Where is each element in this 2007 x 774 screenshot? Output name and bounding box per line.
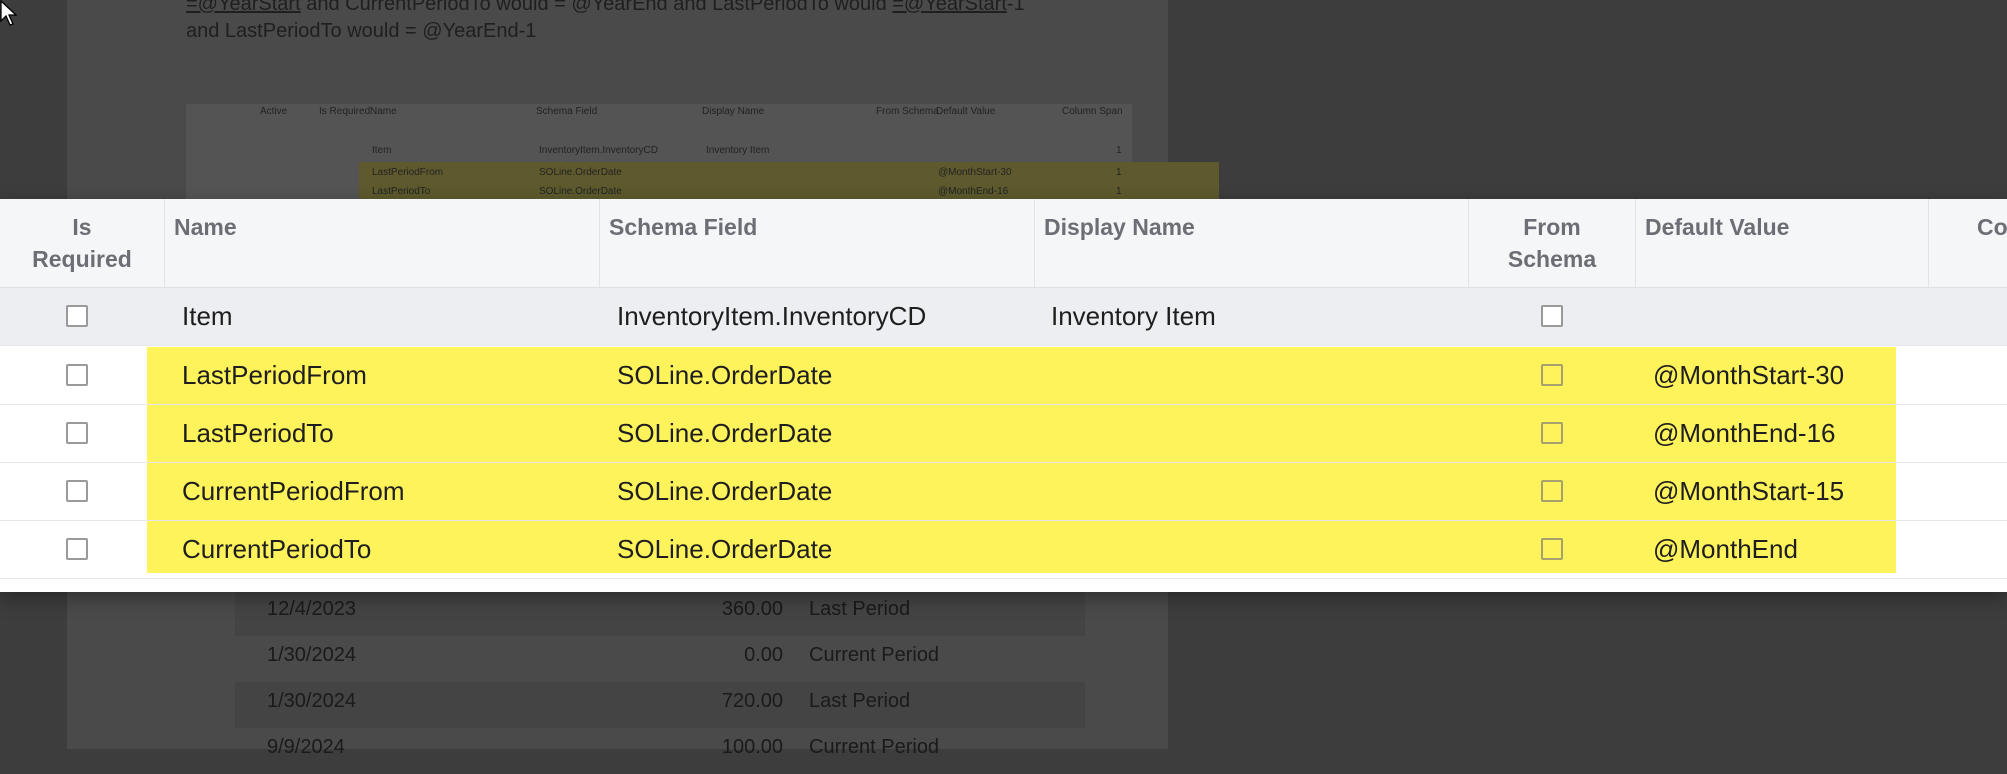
cell-default-value: @MonthEnd-16 — [1653, 418, 1836, 448]
cell-schema-field: InventoryItem.InventoryCD — [617, 301, 927, 331]
doc-text-segment: and CurrentPeriodTo would = @YearEnd and… — [300, 0, 893, 15]
header-from-schema[interactable]: From Schema — [1469, 199, 1636, 287]
result-period: Current Period — [809, 644, 940, 666]
result-period: Last Period — [809, 690, 911, 712]
result-period: Current Period — [809, 736, 940, 758]
mini-header-span: Column Span — [1062, 106, 1123, 117]
result-date: 9/9/2024 — [267, 736, 345, 758]
header-name-label: Name — [174, 214, 237, 240]
is-required-checkbox[interactable] — [66, 480, 88, 502]
mini-row: LastPeriodFrom SOLine.OrderDate @MonthSt… — [186, 162, 1132, 184]
result-row: 12/4/2023 360.00 Last Period — [235, 590, 1085, 636]
cell-schema-field: SOLine.OrderDate — [617, 360, 833, 390]
header-from-schema-line1: From — [1523, 214, 1581, 240]
cell-name: Item — [182, 301, 233, 331]
result-value: 0.00 — [744, 644, 783, 666]
cell-schema-field: SOLine.OrderDate — [617, 418, 833, 448]
result-date: 1/30/2024 — [267, 644, 356, 666]
header-schema-field[interactable]: Schema Field — [600, 199, 1035, 287]
result-date: 12/4/2023 — [267, 598, 356, 620]
result-value: 360.00 — [721, 598, 783, 620]
result-period: Last Period — [809, 598, 911, 620]
is-required-checkbox[interactable] — [66, 422, 88, 444]
mini-header-required: Is Required — [319, 106, 371, 117]
result-value: 100.00 — [721, 736, 783, 758]
header-default-value[interactable]: Default Value — [1636, 199, 1929, 287]
header-display-name[interactable]: Display Name — [1035, 199, 1469, 287]
is-required-checkbox[interactable] — [66, 538, 88, 560]
table-row[interactable]: CurrentPeriodFrom SOLine.OrderDate @Mont… — [0, 463, 2007, 521]
mini-cell-default: @MonthEnd-16 — [938, 186, 1009, 197]
table-row[interactable]: LastPeriodFrom SOLine.OrderDate @MonthSt… — [0, 347, 2007, 405]
from-schema-checkbox[interactable] — [1541, 538, 1563, 560]
header-name[interactable]: Name — [165, 199, 600, 287]
cell-name: LastPeriodTo — [182, 418, 334, 448]
grid-header: Is Required Name Schema Field Display Na… — [0, 199, 2007, 288]
mini-cell-span: 1 — [1116, 145, 1122, 156]
zoomed-grid-panel: Is Required Name Schema Field Display Na… — [0, 199, 2007, 592]
cell-schema-field: SOLine.OrderDate — [617, 534, 833, 564]
mini-header-display: Display Name — [702, 106, 765, 117]
is-required-checkbox[interactable] — [66, 305, 88, 327]
mini-cell-schema: SOLine.OrderDate — [539, 167, 622, 178]
table-row[interactable]: Item InventoryItem.InventoryCD Inventory… — [0, 288, 2007, 346]
result-row: 9/9/2024 100.00 Current Period — [235, 728, 1085, 774]
cell-name: CurrentPeriodTo — [182, 534, 372, 564]
mini-cell-span: 1 — [1116, 186, 1122, 197]
cursor-arrow-icon — [0, 0, 18, 26]
mini-header-active: Active — [260, 106, 288, 117]
table-row[interactable]: LastPeriodTo SOLine.OrderDate @MonthEnd-… — [0, 405, 2007, 463]
mini-cell-name: LastPeriodFrom — [372, 167, 444, 178]
mini-header-default: Default Value — [936, 106, 996, 117]
cell-name: LastPeriodFrom — [182, 360, 367, 390]
doc-text-line-1: =@YearStart and CurrentPeriodTo would = … — [186, 0, 1025, 16]
is-required-checkbox[interactable] — [66, 364, 88, 386]
table-row[interactable]: CurrentPeriodTo SOLine.OrderDate @MonthE… — [0, 521, 2007, 579]
header-is-required[interactable]: Is Required — [0, 199, 165, 287]
mini-cell-schema: InventoryItem.InventoryCD — [539, 145, 658, 156]
mini-cell-span: 1 — [1116, 167, 1122, 178]
result-date: 1/30/2024 — [267, 690, 356, 712]
mini-cell-schema: SOLine.OrderDate — [539, 186, 622, 197]
cell-name: CurrentPeriodFrom — [182, 476, 405, 506]
header-is-required-line2: Required — [32, 246, 132, 272]
header-schema-field-label: Schema Field — [609, 214, 758, 240]
header-is-required-line1: Is — [72, 214, 92, 240]
result-row: 1/30/2024 720.00 Last Period — [235, 682, 1085, 728]
cell-default-value: @MonthStart-15 — [1653, 476, 1845, 506]
mini-cell-name: Item — [372, 145, 392, 156]
header-display-name-label: Display Name — [1044, 214, 1195, 240]
header-default-value-label: Default Value — [1645, 214, 1790, 240]
from-schema-checkbox[interactable] — [1541, 480, 1563, 502]
mini-row: Item InventoryItem.InventoryCD Inventory… — [186, 140, 1132, 162]
background-mini-table: Active Is Required Name Schema Field Dis… — [186, 104, 1219, 202]
doc-text-segment-2: -1 — [1006, 0, 1025, 15]
header-column-span[interactable]: Co — [1929, 199, 2007, 287]
header-from-schema-line2: Schema — [1507, 246, 1597, 272]
doc-link-yearstart-2: =@YearStart — [892, 0, 1007, 15]
mini-header-from: From Schema — [876, 106, 939, 117]
doc-text-line-2: and LastPeriodTo would = @YearEnd-1 — [186, 20, 537, 42]
header-column-span-label: Co — [1977, 214, 2007, 240]
mini-header-schema: Schema Field — [536, 106, 598, 117]
result-value: 720.00 — [721, 690, 783, 712]
cell-display-name: Inventory Item — [1051, 301, 1216, 331]
result-row: 1/30/2024 0.00 Current Period — [235, 636, 1085, 682]
mini-cell-default: @MonthStart-30 — [938, 167, 1012, 178]
mini-cell-name: LastPeriodTo — [372, 186, 431, 197]
cell-schema-field: SOLine.OrderDate — [617, 476, 833, 506]
from-schema-checkbox[interactable] — [1541, 422, 1563, 444]
mini-cell-display: Inventory Item — [706, 145, 770, 156]
mini-header-name: Name — [370, 106, 397, 117]
cell-default-value: @MonthStart-30 — [1653, 360, 1845, 390]
from-schema-checkbox[interactable] — [1541, 364, 1563, 386]
cell-default-value: @MonthEnd — [1653, 534, 1798, 564]
from-schema-checkbox[interactable] — [1541, 305, 1563, 327]
doc-link-yearstart: =@YearStart — [186, 0, 301, 15]
